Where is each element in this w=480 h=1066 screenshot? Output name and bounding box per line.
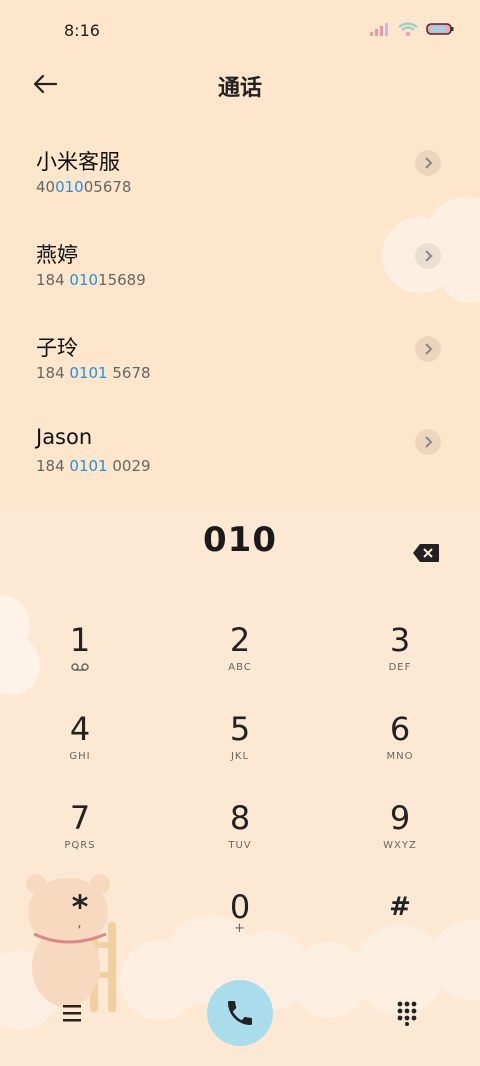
key-letters: MNO (386, 751, 414, 762)
key-digit: 8 (229, 799, 251, 837)
bottom-actions (0, 980, 480, 1046)
key-digit: 6 (389, 710, 411, 748)
key-letters: + (234, 921, 246, 936)
dialpad-toggle-button[interactable] (396, 1000, 418, 1026)
contact-row[interactable]: 燕婷 184 01015689 (0, 223, 480, 316)
contact-name: Jason (36, 425, 93, 449)
contact-detail-button[interactable] (415, 150, 441, 176)
contact-list: 小米客服 4001005678 燕婷 184 01015689 子玲 184 0… (0, 130, 480, 502)
status-icons (370, 22, 454, 36)
key-9[interactable]: 9 WXYZ (340, 798, 460, 878)
contact-detail-button[interactable] (415, 429, 441, 455)
signal-icon (370, 23, 388, 36)
menu-button[interactable] (60, 1002, 86, 1024)
key-digit: 2 (229, 621, 251, 659)
contact-number: 184 0101 5678 (36, 364, 151, 382)
key-4[interactable]: 4 GHI (20, 709, 140, 789)
wifi-icon (398, 22, 418, 36)
key-6[interactable]: 6 MNO (340, 709, 460, 789)
key-7[interactable]: 7 PQRS (20, 798, 140, 878)
key-8[interactable]: 8 TUV (180, 798, 300, 878)
chevron-right-icon (425, 436, 433, 448)
key-1[interactable]: 1 (20, 620, 140, 700)
key-digit: 5 (229, 710, 251, 748)
contact-detail-button[interactable] (415, 336, 441, 362)
key-digit: 7 (69, 799, 91, 837)
key-letters: TUV (228, 840, 252, 851)
chevron-right-icon (425, 343, 433, 355)
key-letters: PQRS (64, 840, 96, 851)
battery-icon (426, 23, 454, 35)
dialed-number: 010 (203, 520, 277, 560)
menu-icon (63, 1005, 81, 1022)
contact-number: 184 0101 0029 (36, 457, 151, 475)
key-letters: WXYZ (383, 840, 417, 851)
contact-name: 小米客服 (36, 150, 120, 174)
phone-icon (228, 1001, 252, 1025)
dialpad-icon (397, 1001, 417, 1026)
status-time: 8:16 (64, 21, 100, 40)
backspace-button[interactable] (412, 543, 440, 563)
key-letters: , (77, 915, 83, 931)
voicemail-icon (20, 662, 140, 675)
header: 通话 (0, 62, 480, 106)
contact-row[interactable]: Jason 184 0101 0029 (0, 409, 480, 502)
contact-detail-button[interactable] (415, 243, 441, 269)
contact-name: 燕婷 (36, 243, 78, 267)
chevron-right-icon (425, 157, 433, 169)
key-star[interactable]: * , (20, 887, 140, 967)
chevron-right-icon (425, 250, 433, 262)
backspace-icon (413, 544, 439, 562)
key-letters: JKL (230, 751, 250, 762)
key-digit: 4 (69, 710, 91, 748)
key-letters: DEF (388, 662, 412, 673)
key-3[interactable]: 3 DEF (340, 620, 460, 700)
contact-number: 184 01015689 (36, 271, 146, 289)
page-title: 通话 (217, 76, 262, 101)
call-button[interactable] (207, 980, 273, 1046)
key-digit: # (389, 892, 411, 922)
key-2[interactable]: 2 ABC (180, 620, 300, 700)
key-digit: 9 (389, 799, 411, 837)
contact-number: 4001005678 (36, 178, 132, 196)
key-letters: GHI (69, 751, 91, 762)
key-digit: 1 (69, 621, 91, 659)
contact-row[interactable]: 子玲 184 0101 5678 (0, 316, 480, 409)
key-digit: 3 (389, 621, 411, 659)
key-hash[interactable]: # (340, 887, 460, 967)
key-0[interactable]: 0 + (180, 887, 300, 967)
contact-row[interactable]: 小米客服 4001005678 (0, 130, 480, 223)
key-5[interactable]: 5 JKL (180, 709, 300, 789)
status-bar: 8:16 (0, 0, 480, 62)
key-letters: ABC (228, 662, 252, 673)
contact-name: 子玲 (36, 336, 78, 360)
